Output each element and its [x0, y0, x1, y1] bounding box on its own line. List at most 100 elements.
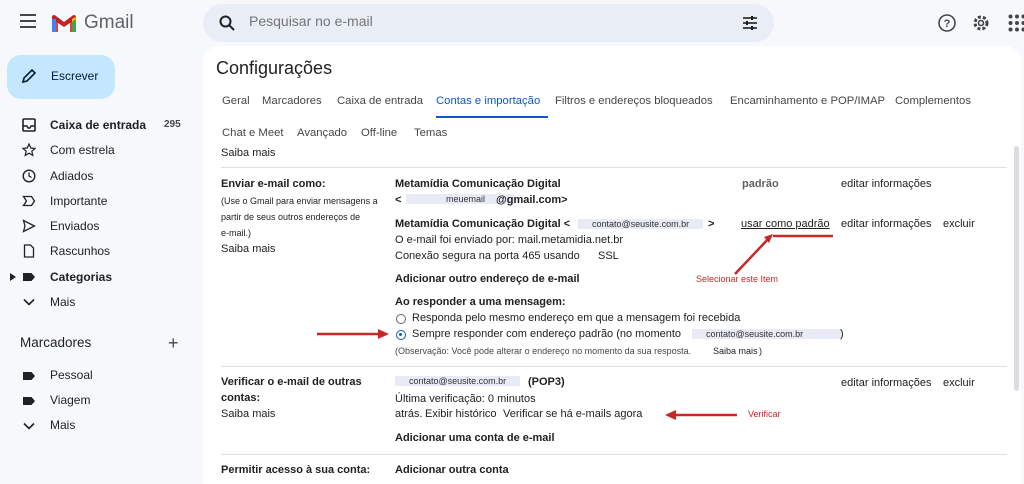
- label-icon: [23, 372, 35, 380]
- account2-sent-by: O e-mail foi enviado por: mail.metamidia…: [395, 234, 624, 246]
- send-as-description-1: (Use o Gmail para enviar mensagens a: [221, 196, 378, 206]
- labels-heading: Marcadores: [20, 335, 92, 350]
- sidebar-nav: Caixa de entrada 295 Com estrela Adiados…: [0, 112, 200, 314]
- tab-advanced[interactable]: Avançado: [297, 127, 347, 139]
- check-mail-edit-link[interactable]: editar informações: [841, 377, 932, 389]
- check-mail-learn-more-link[interactable]: Saiba mais: [221, 408, 275, 420]
- sidebar-item-categories[interactable]: Categorias: [0, 264, 200, 289]
- gmail-m-icon: [52, 15, 76, 32]
- sidebar-item-important[interactable]: Importante: [0, 188, 200, 213]
- account2-connection: Conexão segura na porta 465 usando: [395, 250, 580, 262]
- top-learn-more-link[interactable]: Saiba mais: [221, 147, 275, 159]
- draft-icon: [23, 244, 35, 259]
- pencil-icon: [21, 68, 37, 84]
- account2-edit-link[interactable]: editar informações: [841, 218, 932, 230]
- account2-gt: >: [708, 218, 715, 230]
- account1-name: Metamídia Comunicação Digital: [395, 178, 561, 190]
- svg-text:?: ?: [944, 18, 951, 30]
- main-menu-icon[interactable]: [20, 14, 36, 28]
- ssl-link[interactable]: SSL: [598, 250, 619, 262]
- check-mail-delete-link[interactable]: excluir: [943, 377, 975, 389]
- search-icon[interactable]: [219, 15, 235, 31]
- account1-lt: <: [395, 194, 402, 206]
- sidebar-item-label: Mais: [50, 295, 76, 310]
- inbox-icon: [22, 118, 36, 132]
- inbox-count: 295: [164, 119, 181, 130]
- compose-label: Escrever: [51, 69, 99, 83]
- add-another-account-link[interactable]: Adicionar outra conta: [395, 464, 509, 476]
- check-mail-ago: atrás.: [395, 408, 423, 420]
- settings-panel: Configurações Geral Marcadores Caixa de …: [203, 46, 1021, 484]
- apps-grid-icon[interactable]: [1007, 13, 1024, 33]
- tab-labels[interactable]: Marcadores: [262, 95, 322, 107]
- send-as-learn-more-link[interactable]: Saiba mais: [221, 243, 275, 255]
- sidebar-item-sent[interactable]: Enviados: [0, 213, 200, 238]
- reply-note-learn-more[interactable]: Saiba mais: [713, 346, 758, 356]
- help-icon[interactable]: ?: [937, 13, 957, 33]
- tab-chat-meet[interactable]: Chat e Meet: [222, 127, 284, 139]
- clock-icon: [22, 169, 36, 183]
- sidebar-label-more[interactable]: Mais: [0, 413, 200, 438]
- account1-edit-link[interactable]: editar informações: [841, 178, 932, 190]
- sidebar-item-more[interactable]: Mais: [0, 289, 200, 314]
- check-mail-type: (POP3): [528, 376, 565, 388]
- sidebar-item-starred[interactable]: Com estrela: [0, 137, 200, 162]
- send-as-heading: Enviar e-mail como:: [221, 178, 326, 190]
- send-as-description-3: e-mail.): [221, 228, 252, 238]
- annotation-arrow-verify: [665, 410, 737, 420]
- tab-inbox[interactable]: Caixa de entrada: [337, 95, 423, 107]
- send-as-description-2: partir de seus outros endereços de: [221, 212, 361, 222]
- expand-arrow-icon[interactable]: [10, 272, 16, 281]
- annotation-arrow-select: [734, 234, 833, 275]
- sidebar-label-viagem[interactable]: Viagem: [0, 388, 200, 413]
- top-bar: Gmail ?: [0, 0, 1024, 46]
- add-address-link[interactable]: Adicionar outro endereço de e-mail: [395, 273, 580, 285]
- add-label-icon[interactable]: +: [168, 333, 179, 354]
- sidebar-item-label: Mais: [50, 418, 76, 432]
- divider: [221, 454, 1007, 455]
- sidebar-item-drafts[interactable]: Rascunhos: [0, 238, 200, 263]
- annotation-arrow-radio: [317, 329, 389, 339]
- tab-themes[interactable]: Temas: [414, 127, 447, 139]
- important-icon: [22, 195, 36, 207]
- reply-option-same-address-radio[interactable]: [396, 314, 406, 324]
- annotation-select-item: Selecionar este Item: [696, 274, 779, 284]
- sidebar-item-label: Adiados: [50, 168, 94, 183]
- sidebar-item-snoozed[interactable]: Adiados: [0, 163, 200, 188]
- check-mail-heading-2: contas:: [221, 392, 261, 404]
- tab-accounts-import[interactable]: Contas e importação: [436, 95, 540, 107]
- tab-addons[interactable]: Complementos: [895, 95, 971, 107]
- check-mail-email: contato@seusite.com.br: [395, 376, 521, 386]
- search-input[interactable]: [249, 13, 699, 29]
- tab-general[interactable]: Geral: [222, 95, 250, 107]
- check-mail-last-check: Última verificação: 0 minutos: [395, 393, 536, 405]
- reply-option-2-close: ): [840, 328, 844, 340]
- tab-offline[interactable]: Off-line: [361, 127, 397, 139]
- app-name: Gmail: [84, 12, 134, 33]
- tab-forwarding[interactable]: Encaminhamento e POP/IMAP: [730, 95, 885, 107]
- reply-option-default-radio[interactable]: [396, 330, 406, 340]
- sidebar-item-inbox[interactable]: Caixa de entrada 295: [0, 112, 200, 137]
- reply-option-1-label: Responda pelo mesmo endereço em que a me…: [412, 312, 741, 324]
- grant-access-heading: Permitir acesso à sua conta:: [221, 464, 371, 476]
- reply-note-close: ): [759, 346, 762, 356]
- sidebar-label-pessoal[interactable]: Pessoal: [0, 363, 200, 388]
- sidebar-item-label: Enviados: [50, 219, 100, 234]
- tab-filters[interactable]: Filtros e endereços bloqueados: [555, 95, 713, 107]
- scrollbar[interactable]: [1014, 146, 1019, 391]
- search-bar[interactable]: [203, 4, 774, 42]
- check-mail-now-link[interactable]: Verificar se há e-mails agora: [503, 408, 642, 420]
- view-history-link[interactable]: Exibir histórico: [425, 408, 497, 420]
- account2-delete-link[interactable]: excluir: [943, 218, 975, 230]
- annotation-verify: Verificar: [748, 409, 781, 419]
- settings-gear-icon[interactable]: [971, 13, 991, 33]
- add-mail-account-link[interactable]: Adicionar uma conta de e-mail: [395, 432, 555, 444]
- star-icon: [22, 143, 36, 157]
- sidebar-item-label: Viagem: [50, 393, 91, 407]
- sidebar-item-label: Rascunhos: [50, 244, 111, 259]
- gmail-logo[interactable]: Gmail: [52, 12, 134, 34]
- compose-button[interactable]: Escrever: [7, 55, 115, 99]
- account1-default-badge: padrão: [742, 178, 779, 190]
- search-options-icon[interactable]: [742, 15, 758, 31]
- account2-email: contato@seusite.com.br: [578, 219, 704, 229]
